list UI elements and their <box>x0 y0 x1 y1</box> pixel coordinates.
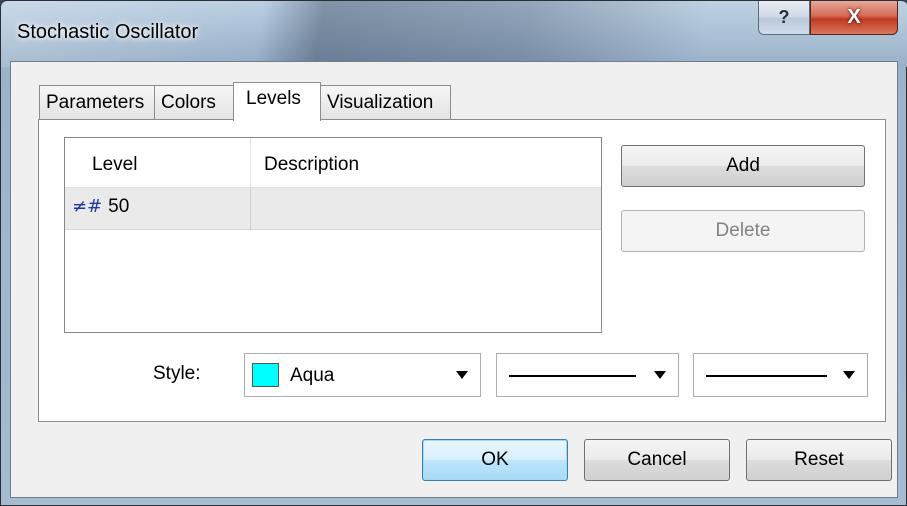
levels-tab-panel: Level Description ≠# 50 Add Delete Style:… <box>38 119 886 422</box>
line-width-select[interactable] <box>693 353 868 397</box>
chevron-down-icon <box>654 371 666 379</box>
close-icon: X <box>847 6 861 28</box>
line-width-preview <box>706 375 827 377</box>
level-value: 50 <box>108 196 130 217</box>
column-header-description[interactable]: Description <box>251 138 601 188</box>
chevron-down-icon <box>843 371 855 379</box>
line-style-select[interactable] <box>496 353 679 397</box>
ok-button[interactable]: OK <box>422 439 568 481</box>
color-select-value: Aqua <box>290 365 335 386</box>
cancel-button[interactable]: Cancel <box>584 439 730 481</box>
reset-button[interactable]: Reset <box>746 439 892 481</box>
level-cell[interactable]: ≠# 50 <box>65 188 251 230</box>
color-select[interactable]: Aqua <box>244 353 481 397</box>
add-button[interactable]: Add <box>621 145 865 187</box>
dialog-window: Stochastic Oscillator ? X Parameters Col… <box>0 0 907 506</box>
column-header-level[interactable]: Level <box>65 138 251 188</box>
table-row[interactable]: ≠# 50 <box>65 188 601 230</box>
tab-colors[interactable]: Colors <box>154 85 234 119</box>
line-style-preview <box>509 375 636 377</box>
tab-levels[interactable]: Levels <box>233 82 321 121</box>
close-button[interactable]: X <box>810 1 898 35</box>
tab-visualization[interactable]: Visualization <box>320 85 451 119</box>
color-swatch <box>252 363 279 387</box>
title-bar[interactable]: Stochastic Oscillator ? X <box>1 1 907 67</box>
dialog-client-area: Parameters Colors Levels Visualization L… <box>10 61 898 498</box>
tab-parameters[interactable]: Parameters <box>39 85 155 119</box>
level-line-icon: ≠# <box>72 196 103 217</box>
table-header: Level Description <box>65 138 601 188</box>
help-icon: ? <box>778 7 790 27</box>
style-label: Style: <box>153 363 201 384</box>
delete-button[interactable]: Delete <box>621 210 865 252</box>
description-cell[interactable] <box>251 188 601 230</box>
chevron-down-icon <box>456 371 468 379</box>
window-title: Stochastic Oscillator <box>17 21 199 43</box>
levels-table: Level Description ≠# 50 <box>64 137 602 333</box>
help-button[interactable]: ? <box>758 1 810 35</box>
